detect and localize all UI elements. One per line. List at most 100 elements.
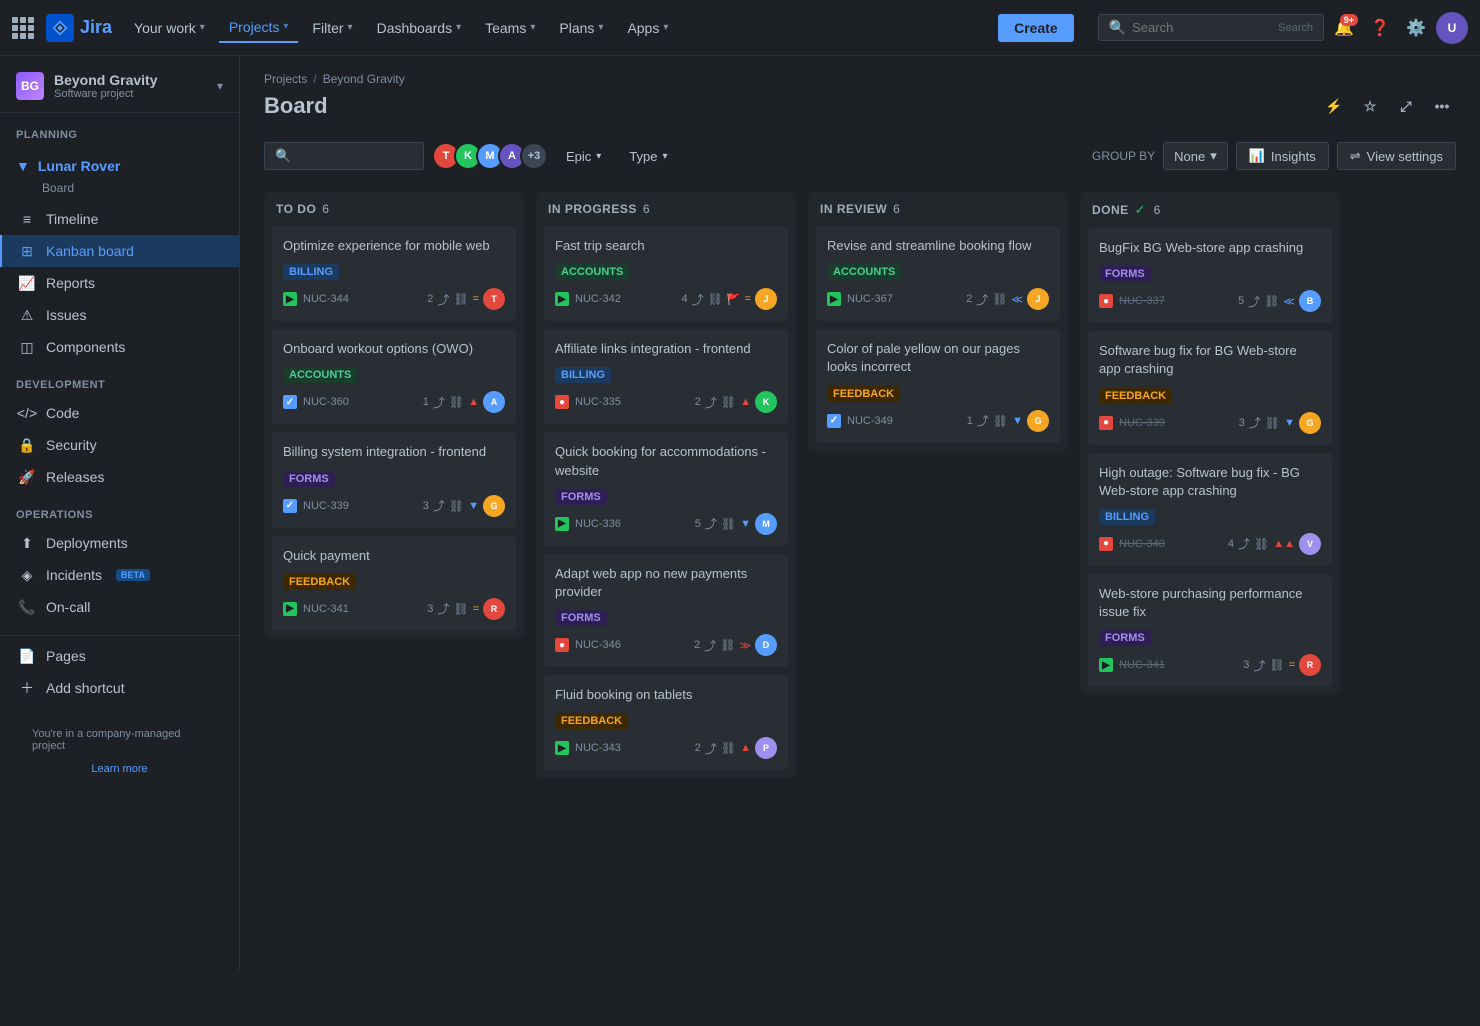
card-avatar: K [755,391,777,413]
avatar-extra[interactable]: +3 [520,142,548,170]
card[interactable]: Optimize experience for mobile web BILLI… [272,226,516,321]
search-box[interactable]: 🔍 Search [1098,14,1324,41]
card-id: NUC-341 [1119,659,1165,671]
board-title-actions: ⚡ ☆ ⤢ ••• [1320,92,1456,120]
view-settings-button[interactable]: ⇌ View settings [1337,142,1456,170]
sidebar-item-on-call[interactable]: 📞 On-call [0,591,239,623]
child-issues-icon: ⤴ [433,497,445,514]
gear-icon: ⚙️ [1406,18,1426,38]
card-story-points: 2 [694,639,700,651]
search-input[interactable] [1132,20,1272,35]
create-button[interactable]: Create [998,14,1074,42]
insights-button[interactable]: 📊 Insights [1236,142,1329,170]
settings-button[interactable]: ⚙️ [1400,12,1432,44]
sidebar-item-reports[interactable]: 📈 Reports [0,267,239,299]
child-count-icon: ⛓ [1265,416,1280,430]
nav-apps[interactable]: Apps ▾ [617,14,678,42]
help-button[interactable]: ❓ [1364,12,1396,44]
star-icon[interactable]: ☆ [1356,92,1384,120]
lightning-icon[interactable]: ⚡ [1320,92,1348,120]
learn-more-link[interactable]: Learn more [91,763,147,775]
jira-logo-icon [46,14,74,42]
card-title: Software bug fix for BG Web-store app cr… [1099,342,1321,378]
sidebar-item-pages[interactable]: 📄 Pages [0,640,239,672]
card-footer: ▶ NUC-341 3 ⤴ ⛓ = R [1099,654,1321,676]
card[interactable]: Fast trip search ACCOUNTS ▶ NUC-342 4 ⤴ … [544,226,788,321]
card-footer: ● NUC-337 5 ⤴ ⛓ ≪ B [1099,290,1321,312]
card-avatar: A [483,391,505,413]
sidebar-item-lunar-rover[interactable]: ▼ Lunar Rover [16,151,223,181]
priority-icon: = [473,293,479,305]
card-footer: ▶ NUC-342 4 ⤴ ⛓ 🚩 = J [555,288,777,310]
card[interactable]: Software bug fix for BG Web-store app cr… [1088,331,1332,444]
child-issues-icon: ⤴ [976,291,988,308]
sidebar-item-security[interactable]: 🔒 Security [0,429,239,461]
card[interactable]: Revise and streamline booking flow ACCOU… [816,226,1060,321]
card-title: Fast trip search [555,237,777,255]
card-avatar: D [755,634,777,656]
sidebar-item-incidents[interactable]: ◈ Incidents BETA [0,559,239,591]
card-id: NUC-346 [575,639,621,651]
priority-icon: ≫ [739,639,751,652]
card-meta: 3 ⤴ ⛓ ▼ G [423,495,505,517]
more-icon[interactable]: ••• [1428,92,1456,120]
nav-teams[interactable]: Teams ▾ [475,14,545,42]
epic-filter-button[interactable]: Epic ▾ [556,144,611,169]
card-tag: BILLING [283,264,339,280]
card-avatar: G [1299,412,1321,434]
add-icon: ＋ [18,679,36,697]
type-filter-button[interactable]: Type ▾ [619,144,677,169]
issue-type-icon: ✓ [283,499,297,513]
breadcrumb-project[interactable]: Beyond Gravity [323,72,405,86]
card-footer: ▶ NUC-344 2 ⤴ ⛓ = T [283,288,505,310]
grid-menu-icon[interactable] [12,17,34,39]
sidebar-item-components[interactable]: ◫ Components [0,331,239,363]
nav-your-work[interactable]: Your work ▾ [124,14,215,42]
breadcrumb-projects[interactable]: Projects [264,72,307,86]
card[interactable]: Web-store purchasing performance issue f… [1088,574,1332,687]
sidebar-item-kanban[interactable]: ⊞ Kanban board [0,235,239,267]
notifications-button[interactable]: 🔔 9+ [1328,12,1360,44]
column-header-done: DONE ✓ 6 [1080,192,1340,228]
card-story-points: 2 [427,293,433,305]
priority-icon: = [473,603,479,615]
card[interactable]: High outage: Software bug fix - BG Web-s… [1088,453,1332,566]
card[interactable]: Onboard workout options (OWO) ACCOUNTS ✓… [272,329,516,424]
jira-logo[interactable]: Jira [46,14,112,42]
card-title: BugFix BG Web-store app crashing [1099,239,1321,257]
card[interactable]: Quick booking for accommodations - websi… [544,432,788,545]
card[interactable]: BugFix BG Web-store app crashing FORMS ●… [1088,228,1332,323]
sidebar-item-timeline[interactable]: ≡ Timeline [0,203,239,235]
card-title: Fluid booking on tablets [555,686,777,704]
filter-search[interactable]: 🔍 [264,142,424,170]
card-story-points: 3 [423,500,429,512]
search-shortcut: Search [1278,22,1313,34]
user-avatar[interactable]: U [1436,12,1468,44]
card[interactable]: Adapt web app no new payments provider F… [544,554,788,667]
nav-projects[interactable]: Projects ▾ [219,13,299,43]
filter-search-input[interactable] [297,149,407,164]
sidebar-item-add-shortcut[interactable]: ＋ Add shortcut [0,672,239,704]
sidebar-item-code[interactable]: </> Code [0,397,239,429]
sidebar-project[interactable]: BG Beyond Gravity Software project ▾ [0,56,239,113]
card-meta: 3 ⤴ ⛓ = R [1243,654,1321,676]
card[interactable]: Fluid booking on tablets FEEDBACK ▶ NUC-… [544,675,788,770]
card-footer: ▶ NUC-367 2 ⤴ ⛓ ≪ J [827,288,1049,310]
child-issues-icon: ⤴ [705,515,717,532]
sidebar-item-releases[interactable]: 🚀 Releases [0,461,239,493]
card-id: NUC-360 [303,396,349,408]
card[interactable]: Billing system integration - frontend FO… [272,432,516,527]
child-count-icon: ⛓ [992,292,1007,306]
expand-icon[interactable]: ⤢ [1392,92,1420,120]
group-by-select[interactable]: None ▾ [1163,142,1228,170]
sidebar-item-issues[interactable]: ⚠ Issues [0,299,239,331]
sidebar-item-deployments[interactable]: ⬆ Deployments [0,527,239,559]
nav-filter[interactable]: Filter ▾ [302,14,362,42]
card[interactable]: Affiliate links integration - frontend B… [544,329,788,424]
card-id: NUC-339 [1119,417,1165,429]
card[interactable]: Quick payment FEEDBACK ▶ NUC-341 3 ⤴ ⛓ =… [272,536,516,631]
nav-plans[interactable]: Plans ▾ [549,14,613,42]
column-inreview: IN REVIEW 6 Revise and streamline bookin… [808,192,1068,451]
card[interactable]: Color of pale yellow on our pages looks … [816,329,1060,442]
nav-dashboards[interactable]: Dashboards ▾ [367,14,472,42]
